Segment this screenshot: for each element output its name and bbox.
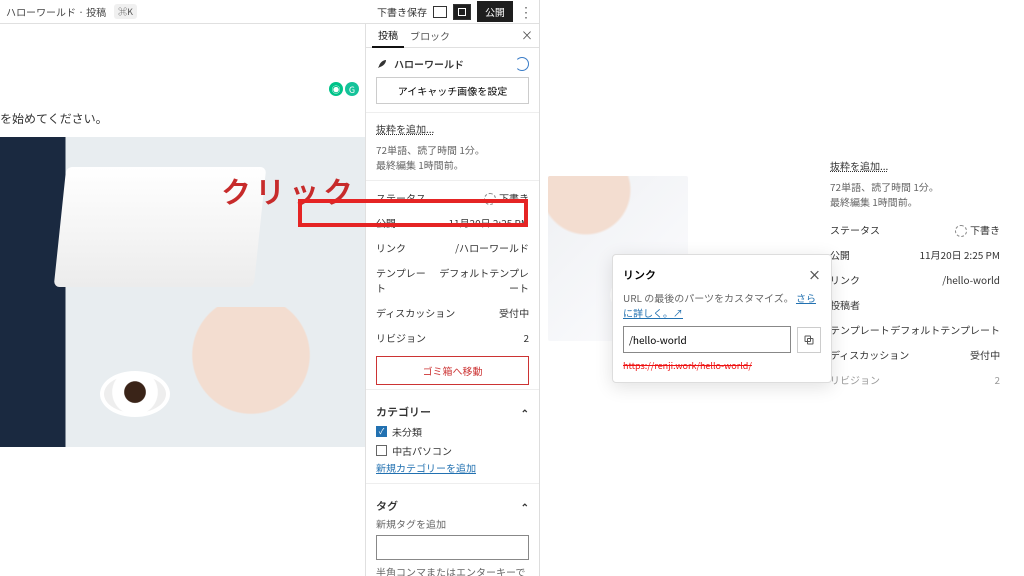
add-excerpt-link[interactable]: 抜粋を追加... — [376, 121, 529, 136]
shortcut-hint: ⌘K — [114, 4, 137, 19]
link-popover: リンク × URL の最後のパーツをカスタマイズ。 さらに詳しく。↗ https… — [612, 254, 832, 383]
checkbox-icon[interactable]: ✓ — [376, 426, 387, 437]
row-link[interactable]: リンク/ハローワールド — [376, 235, 529, 260]
doc-title: ハローワールド · 投稿 — [6, 4, 106, 19]
categories-toggle[interactable]: カテゴリー⌃ — [376, 398, 529, 422]
feather-icon — [376, 58, 388, 70]
annotation-highlight-box — [298, 199, 528, 227]
save-draft-button[interactable]: 下書き保存 — [377, 4, 427, 19]
row-template[interactable]: テンプレートデフォルトテンプレート — [376, 260, 529, 300]
popover-help-text: URL の最後のパーツをカスタマイズ。 — [623, 290, 794, 305]
close-icon[interactable]: × — [808, 265, 821, 284]
preview-device-icon[interactable] — [433, 6, 447, 18]
chevron-up-icon: ⌃ — [521, 405, 529, 420]
category-item[interactable]: ✓未分類 — [376, 422, 529, 441]
word-stats: 72単語、読了時間 1分。 — [830, 179, 1000, 194]
popover-title: リンク — [623, 267, 656, 283]
tag-add-label: 新規タグを追加 — [376, 516, 529, 531]
close-sidebar-icon[interactable]: × — [521, 27, 533, 44]
row-publish[interactable]: 公開11月20日 2:25 PM — [830, 242, 1000, 267]
row-revision[interactable]: リビジョン2 — [830, 367, 1000, 392]
sidebar-fragment: 抜粋を追加... 72単語、読了時間 1分。 最終編集 1時間前。 ステータス下… — [830, 158, 1000, 392]
post-title: ハローワールド — [394, 56, 464, 71]
category-item[interactable]: 中古パソコン — [376, 441, 529, 460]
row-revision[interactable]: リビジョン2 — [376, 325, 529, 350]
last-edit: 最終編集 1時間前。 — [830, 194, 1000, 209]
editor-placeholder[interactable]: を始めてください。 — [0, 110, 365, 127]
row-link[interactable]: リンク/hello-world — [830, 267, 1000, 292]
row-author[interactable]: 投稿者 — [830, 292, 1000, 317]
copy-icon — [803, 334, 815, 346]
add-excerpt-link[interactable]: 抜粋を追加... — [830, 158, 1000, 173]
set-featured-image-button[interactable]: アイキャッチ画像を設定 — [376, 77, 529, 104]
full-url-preview: https://renji.work/hello-world/ — [623, 359, 821, 372]
publish-button[interactable]: 公開 — [477, 1, 513, 22]
settings-sidebar: 投稿 ブロック × ハローワールド アイキャッチ画像を設定 — [365, 24, 539, 576]
badge-icon: G — [345, 82, 359, 96]
row-discussion[interactable]: ディスカッション受付中 — [376, 300, 529, 325]
add-category-link[interactable]: 新規カテゴリーを追加 — [376, 460, 529, 475]
badge-icon: ◉ — [329, 82, 343, 96]
tags-toggle[interactable]: タグ⌃ — [376, 492, 529, 516]
word-stats: 72単語、読了時間 1分。 — [376, 142, 529, 157]
chevron-up-icon: ⌃ — [521, 499, 529, 514]
tag-hint: 半角コンマまたはエンターキーで区切ります。 — [376, 564, 529, 576]
row-discussion[interactable]: ディスカッション受付中 — [830, 342, 1000, 367]
tab-block[interactable]: ブロック — [404, 24, 456, 47]
row-template[interactable]: テンプレートデフォルトテンプレート — [830, 317, 1000, 342]
row-status[interactable]: ステータス下書き — [830, 217, 1000, 242]
tab-post[interactable]: 投稿 — [372, 24, 404, 48]
tag-input[interactable] — [376, 535, 529, 560]
view-toggle[interactable] — [453, 4, 471, 20]
move-to-trash-button[interactable]: ゴミ箱へ移動 — [376, 356, 529, 385]
copy-button[interactable] — [797, 327, 821, 353]
slug-input[interactable] — [623, 326, 791, 353]
more-menu-icon[interactable]: ⋮ — [519, 2, 533, 22]
refresh-icon[interactable] — [515, 57, 529, 71]
last-edit: 最終編集 1時間前。 — [376, 157, 529, 172]
checkbox-icon[interactable] — [376, 445, 387, 456]
